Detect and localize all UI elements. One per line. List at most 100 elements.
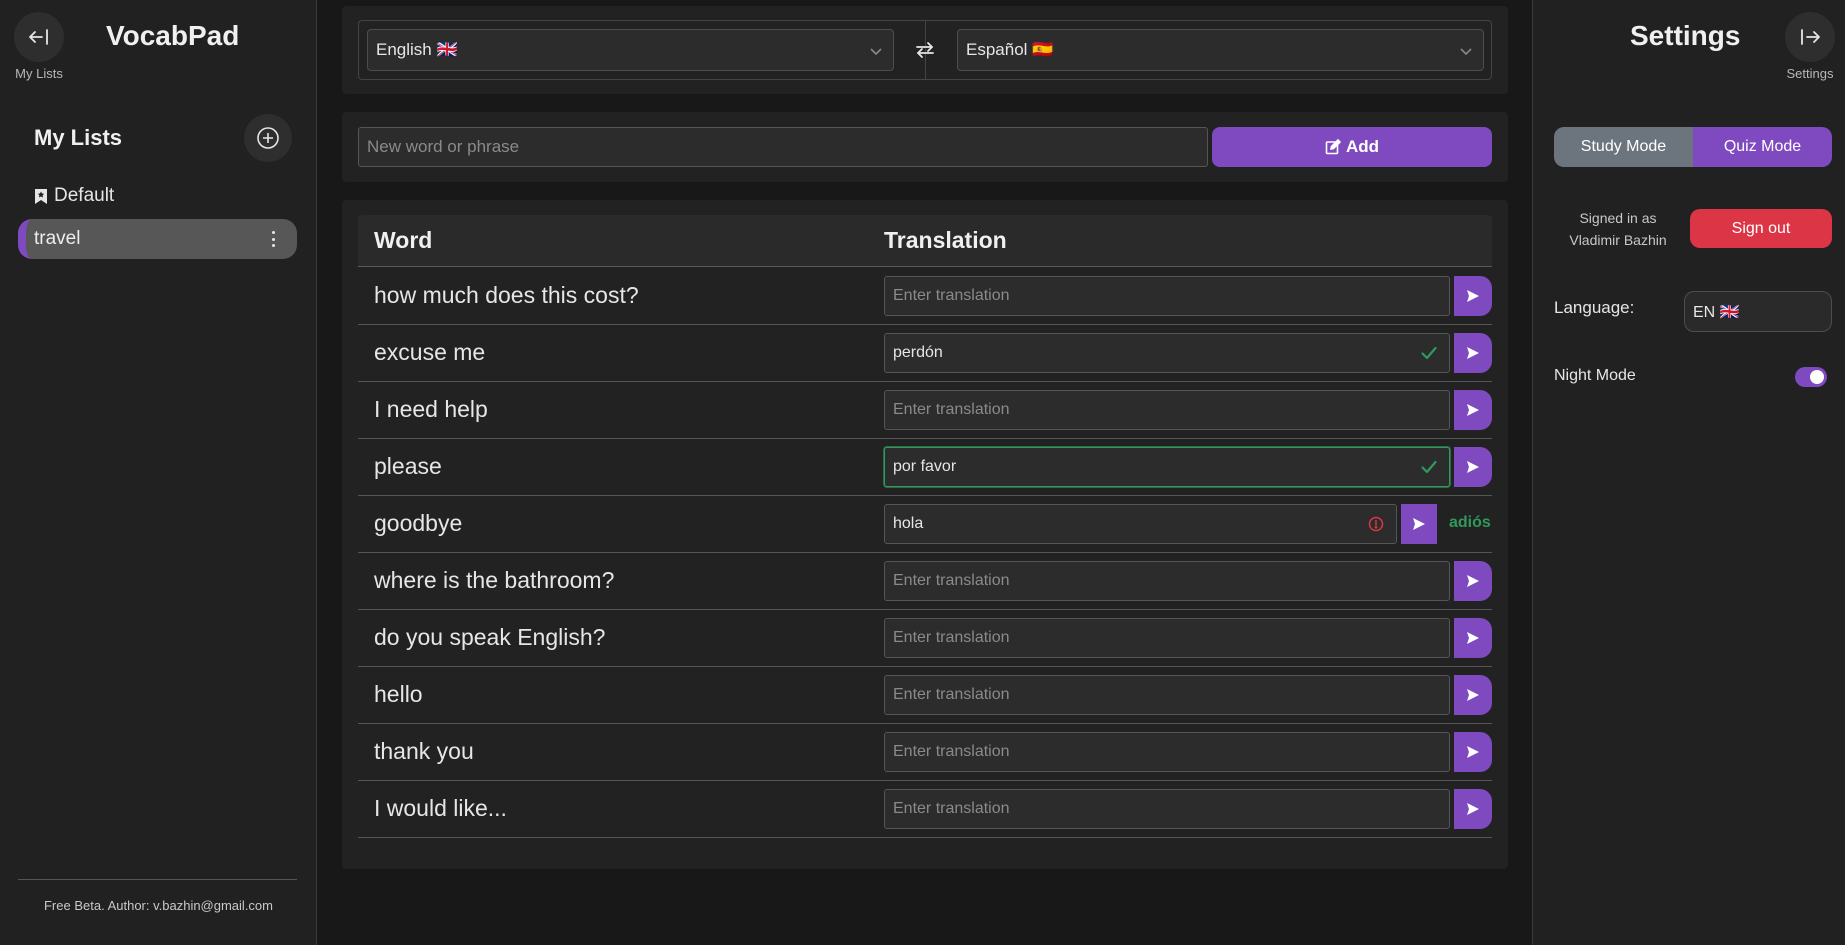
my-lists-heading: My Lists xyxy=(34,125,123,150)
table-row: goodbye adiós xyxy=(358,496,1492,553)
list-item-default[interactable]: Default xyxy=(34,185,114,207)
settings-button-label: Settings xyxy=(1786,66,1834,81)
toggle-knob xyxy=(1810,370,1824,384)
target-language-value: Español 🇪🇸 xyxy=(966,40,1054,59)
ui-language-value: EN 🇬🇧 xyxy=(1693,303,1740,321)
signed-in-label: Signed in as xyxy=(1579,210,1657,226)
table-row: how much does this cost? xyxy=(358,268,1492,325)
study-mode-button[interactable]: Study Mode xyxy=(1554,127,1693,167)
translation-input[interactable] xyxy=(884,789,1450,829)
table-row: hello xyxy=(358,667,1492,724)
submit-translation-button[interactable] xyxy=(1401,504,1437,544)
ui-language-select[interactable]: EN 🇬🇧 xyxy=(1684,291,1832,332)
send-icon xyxy=(1467,632,1479,644)
submit-translation-button[interactable] xyxy=(1454,789,1492,829)
settings-sidebar: Settings Settings Study Mode Quiz Mode S… xyxy=(1532,0,1845,945)
add-word-button-label: Add xyxy=(1345,137,1380,156)
translation-input[interactable] xyxy=(884,276,1450,316)
send-icon xyxy=(1467,404,1479,416)
column-header-translation: Translation xyxy=(884,227,1007,253)
target-language-select[interactable]: Español 🇪🇸 xyxy=(957,29,1484,71)
send-icon xyxy=(1467,689,1479,701)
translation-input[interactable] xyxy=(884,675,1450,715)
table-row: I need help xyxy=(358,382,1492,439)
submit-translation-button[interactable] xyxy=(1454,732,1492,772)
language-label: Language: xyxy=(1554,298,1635,317)
collapse-lists-button[interactable] xyxy=(14,12,64,62)
chevron-down-icon xyxy=(870,48,882,56)
list-item-travel[interactable]: travel xyxy=(18,219,297,259)
collapse-left-icon xyxy=(29,29,48,45)
column-header-word: Word xyxy=(374,227,433,253)
edit-icon xyxy=(1325,139,1341,155)
sign-out-button[interactable]: Sign out xyxy=(1690,209,1832,248)
table-row: please xyxy=(358,439,1492,496)
submit-translation-button[interactable] xyxy=(1454,675,1492,715)
table-row: thank you xyxy=(358,724,1492,781)
new-word-input[interactable] xyxy=(358,127,1208,167)
night-mode-label: Night Mode xyxy=(1554,367,1636,384)
translation-input[interactable] xyxy=(884,732,1450,772)
error-icon xyxy=(1368,516,1384,532)
table-header: Word Translation xyxy=(358,215,1492,267)
collapse-right-icon xyxy=(1801,29,1820,45)
list-item-label: travel xyxy=(34,228,81,249)
plus-circle-icon xyxy=(257,127,279,149)
correct-answer-hint: adiós xyxy=(1449,514,1491,531)
send-icon xyxy=(1467,347,1479,359)
submit-translation-button[interactable] xyxy=(1454,561,1492,601)
bookmark-icon xyxy=(35,188,47,204)
word-cell: goodbye xyxy=(374,510,463,536)
list-item-label: Default xyxy=(54,185,115,206)
translation-input[interactable] xyxy=(884,561,1450,601)
mode-toggle: Study Mode Quiz Mode xyxy=(1554,127,1832,167)
send-icon xyxy=(1467,290,1479,302)
translation-input[interactable] xyxy=(884,390,1450,430)
word-table-card: Word Translation how much does this cost… xyxy=(342,200,1508,869)
sidebar-divider xyxy=(18,879,297,880)
submit-translation-button[interactable] xyxy=(1454,276,1492,316)
my-lists-button-label: My Lists xyxy=(15,66,63,81)
add-word-button[interactable]: Add xyxy=(1212,127,1492,167)
add-word-card: Add xyxy=(342,112,1508,182)
word-cell: I would like... xyxy=(374,795,507,821)
settings-title: Settings xyxy=(1630,20,1741,51)
table-row: I would like... xyxy=(358,781,1492,838)
collapse-settings-button[interactable] xyxy=(1785,12,1835,62)
submit-translation-button[interactable] xyxy=(1454,618,1492,658)
word-cell: excuse me xyxy=(374,339,486,365)
word-cell: please xyxy=(374,453,442,479)
signed-in-info: Signed in as Vladimir Bazhin xyxy=(1554,207,1682,251)
table-row: do you speak English? xyxy=(358,610,1492,667)
send-icon xyxy=(1467,803,1479,815)
word-cell: hello xyxy=(374,681,423,707)
lists-sidebar: My Lists VocabPad My Lists Default trave… xyxy=(0,0,317,945)
check-icon xyxy=(1421,460,1437,474)
send-icon xyxy=(1467,461,1479,473)
translation-input[interactable] xyxy=(884,504,1397,544)
submit-translation-button[interactable] xyxy=(1454,447,1492,487)
submit-translation-button[interactable] xyxy=(1454,333,1492,373)
table-row: excuse me xyxy=(358,325,1492,382)
chevron-down-icon xyxy=(1460,48,1472,56)
translation-input[interactable] xyxy=(884,447,1450,487)
footer-note: Free Beta. Author: v.bazhin@gmail.com xyxy=(43,898,273,913)
send-icon xyxy=(1467,746,1479,758)
check-icon xyxy=(1421,346,1437,360)
quiz-mode-button[interactable]: Quiz Mode xyxy=(1693,127,1832,167)
word-cell: I need help xyxy=(374,396,488,422)
signed-in-user: Vladimir Bazhin xyxy=(1569,232,1667,248)
translation-input[interactable] xyxy=(884,618,1450,658)
send-icon xyxy=(1413,518,1425,530)
source-language-select[interactable]: English 🇬🇧 xyxy=(367,29,894,71)
swap-languages-icon[interactable] xyxy=(913,38,937,62)
submit-translation-button[interactable] xyxy=(1454,390,1492,430)
send-icon xyxy=(1467,575,1479,587)
kebab-menu-icon[interactable] xyxy=(271,231,275,247)
source-language-value: English 🇬🇧 xyxy=(376,40,458,59)
word-cell: how much does this cost? xyxy=(374,282,639,308)
translation-input[interactable] xyxy=(884,333,1450,373)
add-list-button[interactable] xyxy=(244,114,292,162)
word-cell: do you speak English? xyxy=(374,624,606,650)
night-mode-toggle[interactable] xyxy=(1795,367,1827,387)
